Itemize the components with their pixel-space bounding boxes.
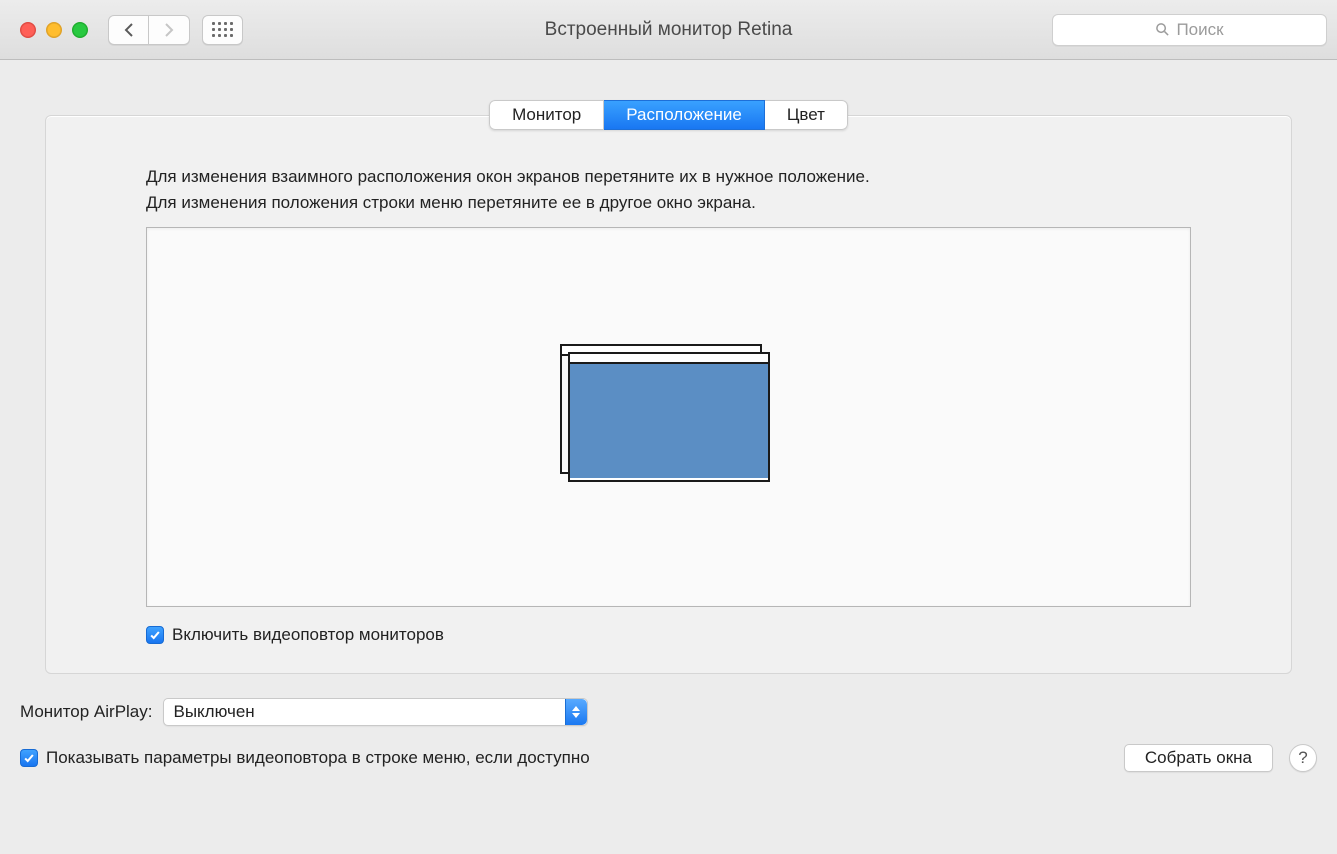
zoom-window-button[interactable] — [72, 22, 88, 38]
forward-button[interactable] — [149, 15, 190, 45]
search-icon — [1155, 22, 1170, 37]
airplay-label: Монитор AirPlay: — [20, 702, 153, 722]
tab-monitor[interactable]: Монитор — [489, 100, 604, 130]
show-all-button[interactable] — [202, 15, 243, 45]
mirrored-displays[interactable] — [568, 352, 770, 482]
airplay-popup[interactable]: Выключен — [163, 698, 588, 726]
display-arrangement-area[interactable] — [146, 227, 1191, 607]
tab-bar: Монитор Расположение Цвет — [489, 100, 848, 130]
display-primary[interactable] — [568, 352, 770, 482]
grid-icon — [212, 22, 233, 37]
mirror-displays-row: Включить видеоповтор мониторов — [146, 625, 1191, 645]
airplay-selected-value: Выключен — [164, 702, 565, 722]
help-button[interactable]: ? — [1289, 744, 1317, 772]
arrangement-panel: Для изменения взаимного расположения око… — [45, 115, 1292, 674]
search-input[interactable]: Поиск — [1052, 14, 1327, 46]
minimize-window-button[interactable] — [46, 22, 62, 38]
instruction-line-1: Для изменения взаимного расположения око… — [146, 164, 1191, 190]
nav-buttons — [108, 15, 190, 45]
instruction-line-2: Для изменения положения строки меню пере… — [146, 190, 1191, 216]
check-icon — [149, 629, 161, 641]
search-placeholder: Поиск — [1176, 20, 1223, 40]
mirror-displays-checkbox[interactable] — [146, 626, 164, 644]
gather-windows-button[interactable]: Собрать окна — [1124, 744, 1273, 772]
popup-stepper-icon — [565, 699, 587, 725]
close-window-button[interactable] — [20, 22, 36, 38]
check-icon — [23, 752, 35, 764]
chevron-left-icon — [123, 22, 135, 38]
airplay-row: Монитор AirPlay: Выключен — [20, 698, 1317, 726]
content-area: Монитор Расположение Цвет Для изменения … — [0, 100, 1337, 792]
menubar-strip[interactable] — [570, 354, 768, 364]
chevron-right-icon — [163, 22, 175, 38]
titlebar: Встроенный монитор Retina Поиск — [0, 0, 1337, 60]
mirror-displays-label: Включить видеоповтор мониторов — [172, 625, 444, 645]
footer-row: Показывать параметры видеоповтора в стро… — [20, 744, 1317, 772]
tab-color[interactable]: Цвет — [765, 100, 848, 130]
tab-arrangement[interactable]: Расположение — [604, 100, 765, 130]
instruction-text: Для изменения взаимного расположения око… — [146, 164, 1191, 215]
show-mirroring-menu-checkbox[interactable] — [20, 749, 38, 767]
show-mirroring-menu-label: Показывать параметры видеоповтора в стро… — [46, 748, 590, 768]
window-controls — [20, 22, 88, 38]
bottom-controls: Монитор AirPlay: Выключен Показывать пар… — [0, 674, 1337, 792]
back-button[interactable] — [108, 15, 149, 45]
